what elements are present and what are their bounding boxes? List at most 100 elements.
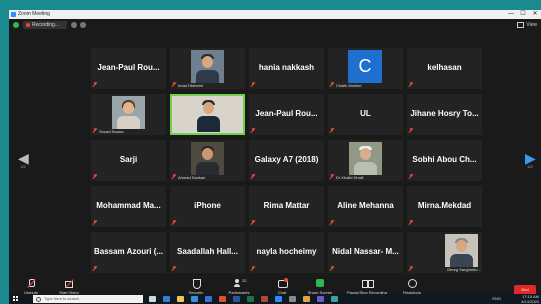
- mic-muted-icon: [330, 174, 334, 179]
- participant-tile[interactable]: Jean-Paul Rou...: [249, 94, 324, 135]
- mic-muted-icon: [251, 82, 255, 87]
- mic-muted-icon: [172, 174, 176, 179]
- excel-icon[interactable]: [247, 296, 254, 302]
- participant-tile[interactable]: nayla hocheimy: [249, 232, 324, 273]
- recording-indicator: Recording...: [23, 21, 67, 29]
- participants-count: 22: [242, 278, 247, 283]
- stop-recording-icon[interactable]: [80, 22, 86, 28]
- mic-muted-icon: [172, 82, 176, 87]
- participant-name: Mirna.Mekdad: [417, 201, 472, 210]
- participant-tile[interactable]: Souad Nouna: [91, 94, 166, 135]
- participant-name: Aline Mehanna: [337, 201, 394, 210]
- participant-tile[interactable]: Imad Hbtbeiht: [170, 48, 245, 89]
- participant-name: Sobhi Abou Ch...: [412, 155, 477, 164]
- participant-name: Nidal Nassar- M...: [332, 247, 399, 256]
- file-explorer-icon[interactable]: [177, 296, 184, 302]
- previous-page-button[interactable]: ◀ 1/2: [18, 150, 29, 169]
- participant-name: Jihane Hosry To...: [410, 109, 479, 118]
- mic-muted-icon: [251, 220, 255, 225]
- chrome-icon[interactable]: [219, 296, 226, 302]
- window-title: Zoom Meeting: [18, 11, 50, 17]
- mic-muted-icon: [409, 82, 413, 87]
- participant-tile[interactable]: Bassam Azouri (...: [91, 232, 166, 273]
- participant-tile[interactable]: Nidal Nassar- M...: [328, 232, 403, 273]
- pause-stop-icon: [362, 279, 374, 288]
- participant-tile-active-speaker[interactable]: Ibra Dahan: [170, 94, 245, 135]
- participant-name: Souad Nouna: [99, 129, 124, 134]
- page-indicator-left: 1/2: [20, 164, 26, 169]
- windows-taskbar: Type here to search ENG 17:15 AM 4/14/20…: [9, 294, 541, 304]
- next-page-button[interactable]: ▶ 1/2: [525, 150, 536, 169]
- participant-tile[interactable]: iPhone: [170, 186, 245, 227]
- participant-video: [349, 142, 382, 175]
- clock-date: 4/14/2020: [521, 299, 539, 304]
- mic-muted-icon: [172, 266, 176, 271]
- system-tray[interactable]: ENG 17:15 AM 4/14/2020: [492, 294, 539, 304]
- zoom-window: Zoom Meeting — ☐ ✕ Recording... View ◀ 1…: [9, 10, 541, 304]
- app-icon[interactable]: [303, 296, 310, 302]
- mic-muted-icon: [409, 174, 413, 179]
- search-placeholder: Type here to search: [44, 296, 80, 301]
- language-indicator: ENG: [492, 296, 501, 301]
- participant-name: iPhone: [194, 201, 221, 210]
- mail-icon[interactable]: [205, 296, 212, 302]
- participant-tile[interactable]: Dr Khalid Khalil: [328, 140, 403, 181]
- task-view-icon[interactable]: [149, 296, 156, 302]
- taskbar-search-box[interactable]: Type here to search: [33, 295, 143, 303]
- mic-off-icon: [26, 279, 36, 288]
- grid-view-icon: [517, 21, 525, 28]
- close-window-button[interactable]: ✕: [529, 10, 541, 19]
- mic-muted-icon: [330, 82, 334, 87]
- participant-name: nayla hocheimy: [256, 247, 317, 256]
- participant-tile[interactable]: UL: [328, 94, 403, 135]
- recording-label: Recording...: [32, 22, 59, 28]
- windows-start-icon[interactable]: [13, 296, 19, 302]
- share-screen-icon: [315, 279, 325, 288]
- participant-grid: Jean-Paul Rou... Imad Hbtbeiht hania nak…: [91, 48, 482, 273]
- participant-tile[interactable]: Mirna.Mekdad: [407, 186, 482, 227]
- zoom-taskbar-icon[interactable]: [275, 296, 282, 302]
- maximize-button[interactable]: ☐: [517, 10, 529, 19]
- mic-muted-icon: [330, 220, 334, 225]
- shield-icon: [191, 279, 201, 289]
- participant-tile[interactable]: Jean-Paul Rou...: [91, 48, 166, 89]
- participant-tile[interactable]: hania nakkash: [249, 48, 324, 89]
- minimize-button[interactable]: —: [505, 10, 517, 19]
- pause-recording-icon[interactable]: [71, 22, 77, 28]
- participant-name: Mohammad Ma...: [96, 201, 161, 210]
- mic-muted-icon: [409, 266, 413, 271]
- participant-tile[interactable]: Georg Sarghmito...: [407, 232, 482, 273]
- participant-tile[interactable]: C Chafic Mokbel: [328, 48, 403, 89]
- participant-tile[interactable]: kelhasan: [407, 48, 482, 89]
- encryption-shield-icon[interactable]: [13, 22, 19, 28]
- mic-muted-icon: [251, 174, 255, 179]
- participant-name: Ibra Dahan: [178, 129, 198, 134]
- app-icon[interactable]: [317, 296, 324, 302]
- participant-tile[interactable]: Ahmad Sankari: [170, 140, 245, 181]
- participant-tile[interactable]: Sarji: [91, 140, 166, 181]
- participant-tile[interactable]: Saadallah Hall...: [170, 232, 245, 273]
- participant-name: Galaxy A7 (2018): [254, 155, 319, 164]
- view-label: View: [526, 22, 537, 28]
- view-button[interactable]: View: [517, 21, 537, 29]
- smiley-icon: [407, 279, 417, 288]
- participant-video: [112, 96, 145, 129]
- word-icon[interactable]: [233, 296, 240, 302]
- participant-tile[interactable]: Aline Mehanna: [328, 186, 403, 227]
- participant-tile[interactable]: Jihane Hosry To...: [407, 94, 482, 135]
- participant-tile[interactable]: Rima Mattar: [249, 186, 324, 227]
- participant-tile[interactable]: Sobhi Abou Ch...: [407, 140, 482, 181]
- app-icon[interactable]: [331, 296, 338, 302]
- video-off-icon: [64, 279, 74, 288]
- search-icon: [36, 297, 41, 302]
- powerpoint-icon[interactable]: [261, 296, 268, 302]
- participant-tile[interactable]: Mohammad Ma...: [91, 186, 166, 227]
- app-icon[interactable]: [289, 296, 296, 302]
- participant-name: Sarji: [119, 155, 138, 164]
- mic-muted-icon: [251, 266, 255, 271]
- edge-icon[interactable]: [163, 296, 170, 302]
- store-icon[interactable]: [191, 296, 198, 302]
- participant-tile[interactable]: Galaxy A7 (2018): [249, 140, 324, 181]
- zoom-logo-icon: [11, 12, 16, 17]
- mic-muted-icon: [93, 220, 97, 225]
